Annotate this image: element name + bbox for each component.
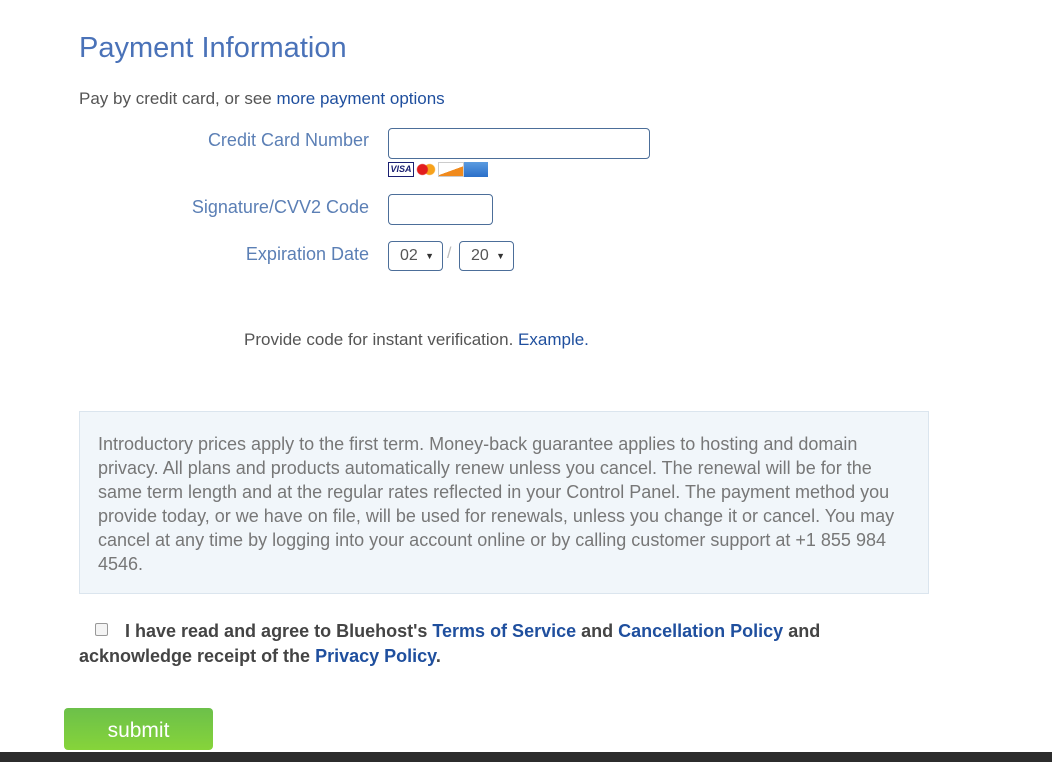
agreement: I have read and agree to Bluehost's Term… <box>79 619 859 669</box>
expiration-label: Expiration Date <box>245 244 369 264</box>
discover-icon <box>438 162 464 177</box>
agree-text: and <box>576 621 619 641</box>
subtitle: Pay by credit card, or see more payment … <box>79 89 445 109</box>
amex-icon <box>464 162 488 177</box>
example-link[interactable]: Example. <box>518 330 589 349</box>
exp-year-value: 20 <box>471 247 489 264</box>
exp-month-select[interactable]: 02 ▼ <box>388 241 443 271</box>
caret-down-icon: ▼ <box>496 251 505 261</box>
card-number-label: Credit Card Number <box>207 130 369 150</box>
privacy-policy-link[interactable]: Privacy Policy <box>315 646 436 666</box>
caret-down-icon: ▼ <box>425 251 434 261</box>
exp-month-value: 02 <box>400 247 418 264</box>
verification-note: Provide code for instant verification. E… <box>244 330 589 350</box>
subtitle-text: Pay by credit card, or see <box>79 89 277 108</box>
card-number-input[interactable] <box>388 128 650 159</box>
more-payment-options-link[interactable]: more payment options <box>276 89 444 108</box>
mastercard-icon <box>414 162 438 177</box>
agree-text: . <box>435 646 441 666</box>
agree-checkbox[interactable] <box>95 623 108 636</box>
footer-bar <box>0 752 1052 762</box>
renewal-notice: Introductory prices apply to the first t… <box>79 411 929 594</box>
cvv-input[interactable] <box>388 194 493 225</box>
exp-separator: / <box>447 245 452 262</box>
cvv-label: Signature/CVV2 Code <box>191 197 369 217</box>
agree-text: I have read and agree to Bluehost's <box>125 621 433 641</box>
exp-year-select[interactable]: 20 ▼ <box>459 241 514 271</box>
visa-icon: VISA <box>388 162 414 177</box>
terms-of-service-link[interactable]: Terms of Service <box>432 621 576 641</box>
submit-button[interactable]: submit <box>64 708 213 750</box>
page-title: Payment Information <box>79 32 347 64</box>
card-icons: VISA <box>388 162 488 177</box>
verification-text: Provide code for instant verification. <box>244 330 519 349</box>
cancellation-policy-link[interactable]: Cancellation Policy <box>618 621 783 641</box>
